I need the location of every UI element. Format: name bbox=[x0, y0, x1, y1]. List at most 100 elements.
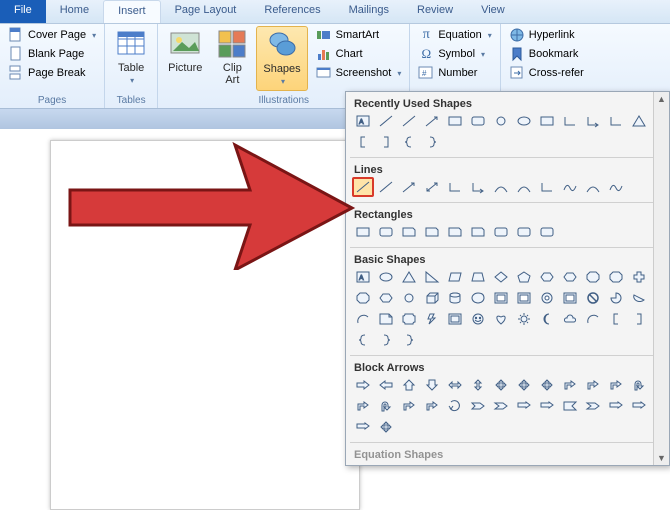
shape-textbox[interactable]: A bbox=[352, 267, 374, 287]
shape-plaque[interactable] bbox=[398, 309, 420, 329]
shape-rsnip[interactable] bbox=[467, 222, 489, 242]
shape-uturn[interactable] bbox=[628, 375, 650, 395]
shape-oval[interactable] bbox=[513, 111, 535, 131]
screenshot-button[interactable]: Screenshot▾ bbox=[312, 64, 406, 82]
shape-scrib[interactable] bbox=[605, 177, 627, 197]
picture-button[interactable]: Picture bbox=[162, 26, 208, 76]
shape-elbow[interactable] bbox=[536, 177, 558, 197]
shape-elbow[interactable] bbox=[444, 177, 466, 197]
crossref-button[interactable]: Cross-refer bbox=[505, 64, 588, 82]
shape-lree[interactable] bbox=[559, 396, 581, 416]
shape-frame[interactable] bbox=[513, 288, 535, 308]
shape-larrow[interactable] bbox=[375, 375, 397, 395]
shape-lbrace[interactable] bbox=[352, 330, 374, 350]
shape-rbrk[interactable] bbox=[628, 309, 650, 329]
equation-button[interactable]: π Equation▾ bbox=[414, 26, 495, 44]
shape-circ[interactable] bbox=[444, 396, 466, 416]
shape-uarrow[interactable] bbox=[398, 375, 420, 395]
shape-para[interactable] bbox=[444, 267, 466, 287]
shape-fold[interactable] bbox=[375, 309, 397, 329]
shape-no[interactable] bbox=[582, 288, 604, 308]
shape-curve[interactable] bbox=[490, 177, 512, 197]
shape-bent[interactable] bbox=[352, 396, 374, 416]
shape-pie[interactable] bbox=[605, 288, 627, 308]
bookmark-button[interactable]: Bookmark bbox=[505, 45, 588, 63]
shape-callout[interactable] bbox=[513, 396, 535, 416]
shape-notch[interactable] bbox=[467, 396, 489, 416]
shape-scrib[interactable] bbox=[559, 177, 581, 197]
shape-callout[interactable] bbox=[352, 417, 374, 437]
shape-quad[interactable] bbox=[375, 417, 397, 437]
shape-rrect[interactable] bbox=[536, 222, 558, 242]
shape-elbow[interactable] bbox=[605, 111, 627, 131]
smartart-button[interactable]: SmartArt bbox=[312, 26, 406, 44]
shape-rect[interactable] bbox=[444, 111, 466, 131]
shape-diam[interactable] bbox=[490, 267, 512, 287]
shape-udarrow[interactable] bbox=[467, 375, 489, 395]
tab-mailings[interactable]: Mailings bbox=[335, 0, 403, 23]
clipart-button[interactable]: Clip Art bbox=[210, 26, 254, 88]
document-page[interactable] bbox=[50, 140, 360, 510]
scroll-up-icon[interactable]: ▲ bbox=[655, 92, 668, 106]
shape-tear[interactable] bbox=[467, 288, 489, 308]
shape-smile[interactable] bbox=[467, 309, 489, 329]
shape-elbowA[interactable] bbox=[467, 177, 489, 197]
shape-frame[interactable] bbox=[559, 288, 581, 308]
tab-review[interactable]: Review bbox=[403, 0, 467, 23]
shape-bent[interactable] bbox=[398, 396, 420, 416]
shape-chord[interactable] bbox=[628, 288, 650, 308]
shapes-button[interactable]: Shapes▾ bbox=[256, 26, 307, 91]
shape-chev[interactable] bbox=[490, 396, 512, 416]
shape-darrow2[interactable] bbox=[421, 375, 443, 395]
shape-oval[interactable] bbox=[375, 267, 397, 287]
shape-hex[interactable] bbox=[536, 267, 558, 287]
shape-rbrace[interactable] bbox=[398, 330, 420, 350]
shape-oct[interactable] bbox=[605, 267, 627, 287]
shape-cyl[interactable] bbox=[444, 288, 466, 308]
symbol-button[interactable]: Ω Symbol▾ bbox=[414, 45, 495, 63]
shape-line[interactable] bbox=[398, 111, 420, 131]
shape-quad[interactable] bbox=[490, 375, 512, 395]
shape-curve[interactable] bbox=[513, 177, 535, 197]
shape-bent[interactable] bbox=[605, 375, 627, 395]
shape-elbowA[interactable] bbox=[582, 111, 604, 131]
shape-arc[interactable] bbox=[582, 309, 604, 329]
shape-oct[interactable] bbox=[582, 267, 604, 287]
shape-rsnip[interactable] bbox=[398, 222, 420, 242]
number-button[interactable]: # Number bbox=[414, 64, 495, 82]
shape-bev[interactable] bbox=[444, 309, 466, 329]
shape-hex[interactable] bbox=[559, 267, 581, 287]
shape-donut[interactable] bbox=[536, 288, 558, 308]
shape-bent[interactable] bbox=[421, 396, 443, 416]
shape-callout[interactable] bbox=[605, 396, 627, 416]
shape-tri[interactable] bbox=[628, 111, 650, 131]
shape-rrect[interactable] bbox=[375, 222, 397, 242]
shape-arc[interactable] bbox=[352, 309, 374, 329]
hyperlink-button[interactable]: Hyperlink bbox=[505, 26, 588, 44]
shape-callout[interactable] bbox=[536, 396, 558, 416]
tab-view[interactable]: View bbox=[467, 0, 519, 23]
shape-rbrk[interactable] bbox=[375, 132, 397, 152]
shape-rect[interactable] bbox=[536, 111, 558, 131]
shape-lbrace[interactable] bbox=[398, 132, 420, 152]
shape-sun[interactable] bbox=[513, 309, 535, 329]
shape-rsnip[interactable] bbox=[444, 222, 466, 242]
shape-hex[interactable] bbox=[375, 288, 397, 308]
cover-page-button[interactable]: Cover Page▾ bbox=[4, 26, 100, 44]
shape-rbrace[interactable] bbox=[421, 132, 443, 152]
shape-lbrk[interactable] bbox=[605, 309, 627, 329]
table-button[interactable]: Table▾ bbox=[109, 26, 153, 89]
shape-heart[interactable] bbox=[490, 309, 512, 329]
shape-can[interactable] bbox=[398, 288, 420, 308]
shape-bolt[interactable] bbox=[421, 309, 443, 329]
dropdown-scrollbar[interactable]: ▲▼ bbox=[653, 92, 669, 465]
shape-bent[interactable] bbox=[559, 375, 581, 395]
shape-chev[interactable] bbox=[582, 396, 604, 416]
tab-home[interactable]: Home bbox=[46, 0, 103, 23]
blank-page-button[interactable]: Blank Page bbox=[4, 45, 100, 63]
shape-rarrow[interactable] bbox=[352, 375, 374, 395]
tab-references[interactable]: References bbox=[250, 0, 334, 23]
tab-file[interactable]: File bbox=[0, 0, 46, 23]
shape-cube[interactable] bbox=[421, 288, 443, 308]
shape-arrow[interactable] bbox=[398, 177, 420, 197]
